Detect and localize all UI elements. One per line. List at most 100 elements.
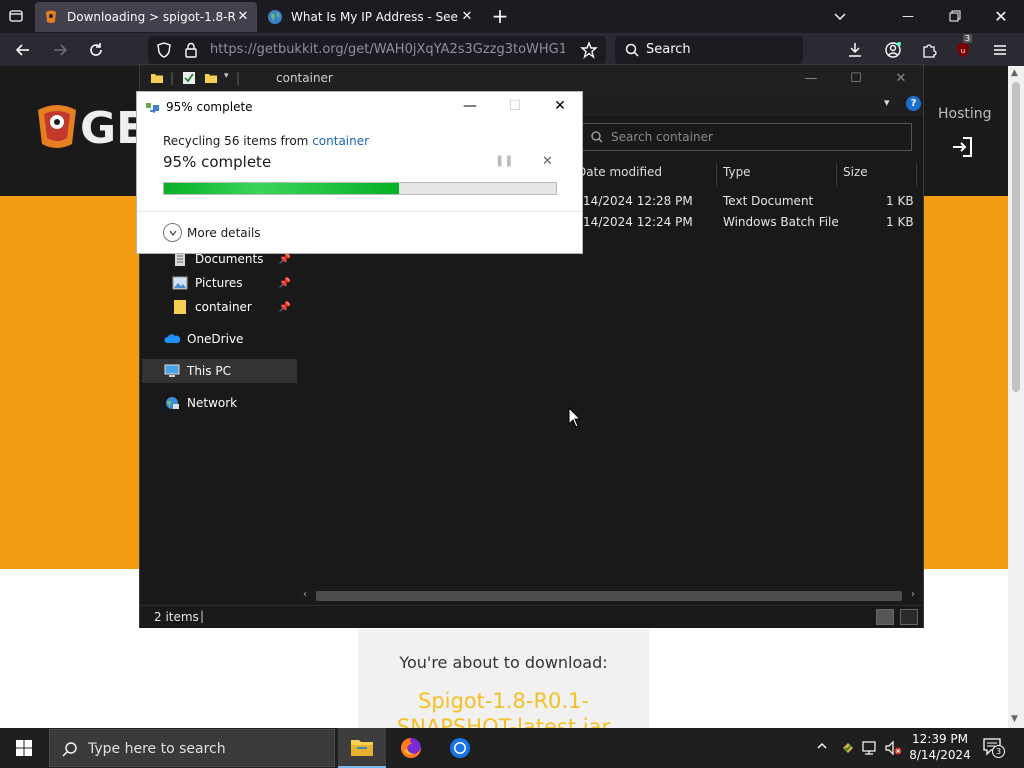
close-window-icon[interactable]: ✕ bbox=[988, 3, 1014, 29]
nav-item-onedrive[interactable]: OneDrive bbox=[164, 327, 319, 351]
taskbar-clock[interactable]: 12:39 PM 8/14/2024 bbox=[906, 731, 974, 763]
new-tab-icon[interactable]: + bbox=[487, 3, 513, 29]
nav-hosting-link[interactable]: Hosting bbox=[938, 106, 992, 122]
firefox-icon bbox=[401, 738, 421, 758]
back-icon[interactable] bbox=[10, 37, 36, 63]
item-count: 2 items bbox=[154, 610, 199, 624]
extension-badge: 3 bbox=[963, 34, 973, 43]
divider: | bbox=[170, 71, 175, 85]
file-date: /14/2024 12:28 PM bbox=[579, 194, 693, 208]
minimize-icon[interactable]: — bbox=[788, 65, 834, 92]
bookmark-star-icon[interactable] bbox=[580, 41, 598, 59]
ublock-extension-icon[interactable]: u 3 bbox=[950, 34, 976, 63]
help-icon[interactable]: ? bbox=[906, 96, 921, 111]
address-bar[interactable]: https://getbukkit.org/get/WAH0jXqYA2s3Gz… bbox=[148, 36, 606, 64]
mouse-cursor-icon bbox=[568, 407, 582, 428]
more-details-button[interactable]: More details bbox=[163, 223, 261, 242]
folder-icon bbox=[151, 74, 163, 83]
download-file-name[interactable]: Spigot-1.8-R0.1- SNAPSHOT-latest.jar bbox=[358, 688, 649, 728]
progress-bar-fill bbox=[164, 183, 400, 194]
divider: | bbox=[200, 609, 205, 623]
column-date-modified[interactable]: Date modified bbox=[574, 163, 717, 187]
close-icon[interactable]: ✕ bbox=[878, 65, 924, 92]
svg-text:u: u bbox=[961, 47, 965, 55]
forward-icon[interactable] bbox=[47, 37, 73, 63]
nav-item-label: This PC bbox=[187, 364, 231, 378]
quick-access-dropdown-icon[interactable]: ▾ bbox=[224, 71, 229, 81]
scrollbar-thumb[interactable] bbox=[316, 591, 902, 601]
divider bbox=[137, 211, 582, 212]
clock-date: 8/14/2024 bbox=[909, 748, 971, 762]
new-folder-icon[interactable] bbox=[204, 71, 218, 85]
scrollbar-thumb[interactable] bbox=[1012, 82, 1020, 392]
scroll-down-icon[interactable]: ▼ bbox=[1011, 714, 1018, 724]
site-logo[interactable]: GET bbox=[34, 102, 176, 154]
column-size[interactable]: Size bbox=[837, 163, 917, 187]
reload-icon[interactable] bbox=[83, 37, 109, 63]
search-placeholder: Search container bbox=[611, 130, 713, 144]
ribbon-expand-chevron-icon[interactable]: ▾ bbox=[884, 96, 890, 109]
nav-item-label: OneDrive bbox=[187, 332, 244, 346]
tab-overflow-chevron-icon[interactable] bbox=[827, 3, 853, 29]
status-bar: 2 items | bbox=[140, 605, 923, 628]
taskbar-search-box[interactable]: Type here to search bbox=[49, 729, 335, 767]
taskbar-firefox[interactable] bbox=[387, 728, 435, 768]
tab-ip-address[interactable]: What Is My IP Address - See You ✕ bbox=[259, 2, 481, 32]
taskbar-chrome[interactable] bbox=[436, 728, 484, 768]
nav-item-network[interactable]: Network bbox=[164, 391, 319, 415]
explorer-search-box[interactable]: Search container bbox=[582, 123, 912, 151]
shield-icon[interactable] bbox=[156, 42, 172, 58]
close-icon[interactable]: ✕ bbox=[537, 92, 583, 120]
folder-icon bbox=[174, 300, 186, 314]
downloads-icon[interactable] bbox=[842, 37, 868, 63]
restore-icon[interactable] bbox=[942, 3, 968, 29]
large-icons-view-icon[interactable] bbox=[900, 609, 918, 625]
url-text: https://getbukkit.org/get/WAH0jXqYA2s3Gz… bbox=[210, 42, 565, 57]
nav-item-label: Pictures bbox=[195, 276, 243, 290]
nav-item-this-pc[interactable]: This PC bbox=[142, 359, 297, 383]
tab-close-icon[interactable]: ✕ bbox=[235, 9, 251, 25]
maximize-icon[interactable]: ☐ bbox=[833, 65, 879, 92]
properties-check-icon[interactable] bbox=[182, 71, 196, 85]
windows-taskbar: Type here to search 12:39 PM 8/14/2024 3 bbox=[0, 728, 1024, 768]
taskbar-file-explorer[interactable] bbox=[338, 728, 386, 768]
scroll-up-icon[interactable]: ▲ bbox=[1011, 68, 1018, 78]
source-folder-link[interactable]: container bbox=[312, 134, 369, 148]
minimize-icon[interactable]: — bbox=[895, 3, 921, 29]
security-tray-icon[interactable] bbox=[840, 740, 856, 760]
pictures-icon bbox=[172, 276, 188, 290]
clock-time: 12:39 PM bbox=[912, 732, 968, 746]
divider: | bbox=[236, 71, 241, 85]
login-icon[interactable] bbox=[951, 136, 973, 158]
tab-close-icon[interactable]: ✕ bbox=[459, 9, 475, 25]
network-tray-icon[interactable] bbox=[862, 740, 878, 760]
horizontal-scrollbar[interactable]: ‹ › bbox=[298, 587, 923, 605]
explorer-title-bar[interactable]: | ▾ | container — ☐ ✕ bbox=[140, 65, 923, 92]
details-view-icon[interactable] bbox=[876, 609, 894, 625]
page-scrollbar[interactable]: ▲ ▼ bbox=[1008, 66, 1024, 728]
extensions-puzzle-icon[interactable] bbox=[916, 37, 942, 63]
cancel-icon[interactable]: ✕ bbox=[542, 154, 553, 169]
file-type: Windows Batch File bbox=[723, 215, 839, 229]
file-size: 1 KB bbox=[886, 215, 914, 229]
lock-icon[interactable] bbox=[183, 42, 199, 58]
volume-muted-icon[interactable] bbox=[884, 740, 902, 760]
menu-hamburger-icon[interactable] bbox=[987, 37, 1013, 63]
search-bar[interactable]: Search bbox=[615, 36, 803, 64]
search-icon bbox=[591, 131, 603, 143]
account-icon[interactable] bbox=[880, 37, 906, 63]
start-button[interactable] bbox=[0, 728, 48, 768]
tab-list-icon[interactable] bbox=[3, 3, 29, 29]
maximize-icon[interactable]: ☐ bbox=[492, 92, 538, 120]
recycle-progress-dialog: 95% complete — ☐ ✕ Recycling 56 items fr… bbox=[136, 91, 583, 254]
progress-bar bbox=[163, 182, 557, 195]
tab-downloading[interactable]: Downloading > spigot-1.8-R0.1 ✕ bbox=[35, 2, 257, 32]
pin-icon: 📌 bbox=[278, 301, 291, 313]
column-type[interactable]: Type bbox=[717, 163, 837, 187]
notifications-icon[interactable]: 3 bbox=[983, 738, 1005, 760]
scroll-right-icon[interactable]: › bbox=[911, 589, 915, 600]
scroll-left-icon[interactable]: ‹ bbox=[303, 589, 307, 600]
minimize-icon[interactable]: — bbox=[447, 92, 493, 120]
tray-overflow-chevron-icon[interactable] bbox=[816, 740, 828, 756]
pause-icon[interactable]: ❚❚ bbox=[495, 154, 513, 167]
